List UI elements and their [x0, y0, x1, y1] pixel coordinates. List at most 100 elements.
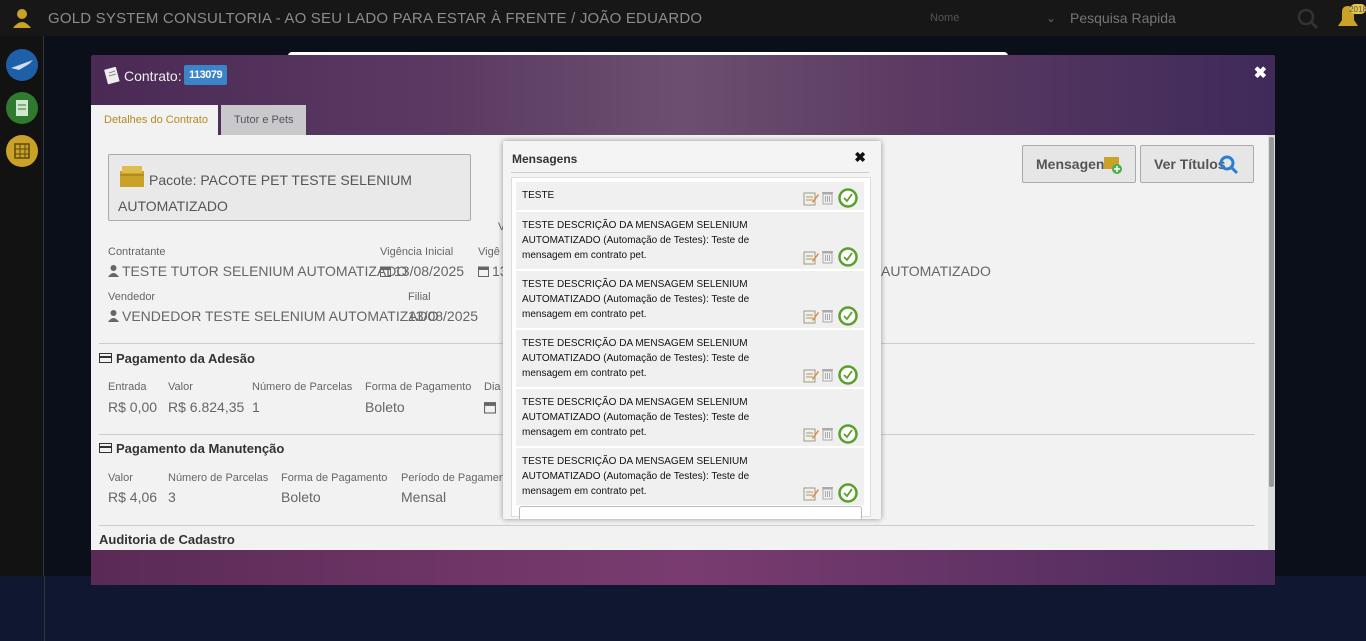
trash-icon[interactable]	[821, 485, 834, 500]
person-icon	[108, 265, 119, 277]
message-actions	[800, 246, 860, 267]
bell-icon[interactable]: 2018	[1334, 2, 1366, 32]
package-box: Pacote: PACOTE PET TESTE SELENIUM AUTOMA…	[108, 154, 471, 221]
manutencao-title-text: Pagamento da Manutenção	[116, 441, 285, 456]
message-item: TESTE DESCRIÇÃO DA MENSAGEM SELENIUM AUT…	[516, 448, 864, 507]
messages-button-label: Mensagens	[1036, 156, 1113, 172]
new-message-input[interactable]	[519, 506, 862, 519]
divider	[44, 576, 45, 641]
dia-label: Dia	[484, 381, 501, 393]
trash-icon[interactable]	[821, 426, 834, 441]
vendedor-value: VENDEDOR TESTE SELENIUM AUTOMATIZADO	[108, 308, 439, 324]
message-item: TESTE DESCRIÇÃO DA MENSAGEM SELENIUM AUT…	[516, 212, 864, 271]
close-icon[interactable]: ✖	[854, 149, 866, 166]
document-icon[interactable]	[5, 91, 39, 125]
vigencia-label-truncated: Vigê	[478, 246, 500, 258]
close-icon[interactable]: ✖	[1254, 63, 1267, 83]
message-actions	[800, 423, 860, 444]
message-actions	[800, 482, 860, 503]
manutencao-section-title: Pagamento da Manutenção	[99, 441, 284, 456]
search-mode-value: Nome	[930, 12, 960, 24]
clock-check-icon[interactable]	[838, 365, 858, 385]
trash-icon[interactable]	[821, 249, 834, 264]
scrollbar-thumb[interactable]	[1269, 137, 1274, 487]
user-icon[interactable]	[12, 8, 32, 28]
quick-search-input[interactable]	[1066, 6, 1324, 30]
message-item: TESTE	[516, 182, 864, 212]
search-icon[interactable]	[1297, 8, 1319, 30]
message-text: TESTE DESCRIÇÃO DA MENSAGEM SELENIUM AUT…	[522, 338, 750, 379]
message-text: TESTE DESCRIÇÃO DA MENSAGEM SELENIUM AUT…	[522, 220, 750, 261]
message-text: TESTE DESCRIÇÃO DA MENSAGEM SELENIUM AUT…	[522, 397, 750, 438]
forma-pagamento-value: Boleto	[365, 399, 405, 415]
entrada-label: Entrada	[108, 381, 147, 393]
divider	[99, 525, 1255, 526]
forma-pagamento-label: Forma de Pagamento	[365, 381, 472, 393]
parcelas-value: 1	[252, 399, 260, 415]
clock-check-icon[interactable]	[838, 188, 858, 208]
divider	[511, 172, 869, 173]
trash-icon[interactable]	[821, 367, 834, 382]
contract-header: Contrato: 113079 ✖	[91, 55, 1275, 105]
manutencao-parcelas-value: 3	[168, 489, 176, 505]
edit-icon[interactable]	[803, 309, 819, 324]
right-value: AUTOMATIZADO	[881, 263, 991, 279]
messages-popup: Mensagens ✖ TESTE TESTE DESCRIÇÃO DA MEN…	[503, 141, 881, 519]
notification-badge: 2018	[1349, 5, 1366, 14]
contract-footer	[91, 550, 1275, 585]
manutencao-forma-value: Boleto	[281, 489, 321, 505]
messages-list: TESTE TESTE DESCRIÇÃO DA MENSAGEM SELENI…	[511, 177, 871, 517]
contratante-label: Contratante	[108, 246, 166, 258]
clock-check-icon[interactable]	[838, 483, 858, 503]
vigencia-inicial-label: Vigência Inicial	[380, 246, 454, 258]
view-titles-button[interactable]: Ver Títulos	[1140, 145, 1254, 183]
trash-icon[interactable]	[821, 308, 834, 323]
periodo-pagamento-label: Período de Pagamento	[401, 472, 515, 484]
calendar-icon	[380, 266, 391, 277]
auditoria-section-title: Auditoria de Cadastro	[99, 532, 235, 547]
vendedor-text: VENDEDOR TESTE SELENIUM AUTOMATIZADO	[122, 308, 439, 324]
top-bar: GOLD SYSTEM CONSULTORIA - AO SEU LADO PA…	[0, 0, 1366, 36]
vigencia-inicial-value: 13/08/2025	[380, 263, 464, 279]
edit-icon[interactable]	[803, 486, 819, 501]
credit-card-icon	[99, 443, 112, 453]
credit-card-icon	[99, 353, 112, 363]
edit-icon[interactable]	[803, 250, 819, 265]
clock-check-icon[interactable]	[838, 424, 858, 444]
tab-tutor-pets[interactable]: Tutor e Pets	[221, 105, 306, 135]
vigencia-inicial-text: 13/08/2025	[394, 263, 465, 279]
magnifier-icon	[1219, 155, 1239, 175]
clock-check-icon[interactable]	[838, 247, 858, 267]
clock-check-icon[interactable]	[838, 306, 858, 326]
calendar-grid-icon[interactable]	[5, 134, 39, 168]
entrada-value: R$ 0,00	[108, 399, 158, 415]
contract-number-badge: 113079	[184, 65, 228, 85]
filial-value: 13/08/2025	[408, 308, 479, 324]
message-text: TESTE DESCRIÇÃO DA MENSAGEM SELENIUM AUT…	[522, 279, 750, 320]
view-titles-button-label: Ver Títulos	[1154, 156, 1226, 172]
edit-icon[interactable]	[803, 191, 819, 206]
calendar-icon	[484, 402, 496, 414]
search-mode-select[interactable]: Nome ⌄	[926, 9, 1060, 29]
periodo-pagamento-value: Mensal	[401, 489, 447, 505]
app-title: GOLD SYSTEM CONSULTORIA - AO SEU LADO PA…	[48, 10, 703, 27]
calendar-icon	[478, 266, 489, 277]
message-actions	[800, 187, 860, 208]
contratante-text: TESTE TUTOR SELENIUM AUTOMATIZADO	[122, 263, 408, 279]
messages-popup-title: Mensagens	[512, 152, 578, 166]
message-item: TESTE DESCRIÇÃO DA MENSAGEM SELENIUM AUT…	[516, 389, 864, 448]
add-message-icon	[1104, 157, 1122, 174]
manutencao-parcelas-label: Número de Parcelas	[168, 472, 269, 484]
valor-value: R$ 6.824,35	[168, 399, 245, 415]
plane-icon[interactable]	[5, 48, 39, 82]
edit-icon[interactable]	[803, 368, 819, 383]
contract-document-icon	[104, 67, 120, 85]
message-item: TESTE DESCRIÇÃO DA MENSAGEM SELENIUM AUT…	[516, 271, 864, 330]
edit-icon[interactable]	[803, 427, 819, 442]
adesao-section-title: Pagamento da Adesão	[99, 351, 255, 366]
message-actions	[800, 364, 860, 385]
trash-icon[interactable]	[821, 190, 834, 205]
tab-contract-details[interactable]: Detalhes do Contrato	[91, 105, 218, 135]
parcelas-label: Número de Parcelas	[252, 381, 353, 393]
messages-button[interactable]: Mensagens	[1022, 145, 1136, 183]
